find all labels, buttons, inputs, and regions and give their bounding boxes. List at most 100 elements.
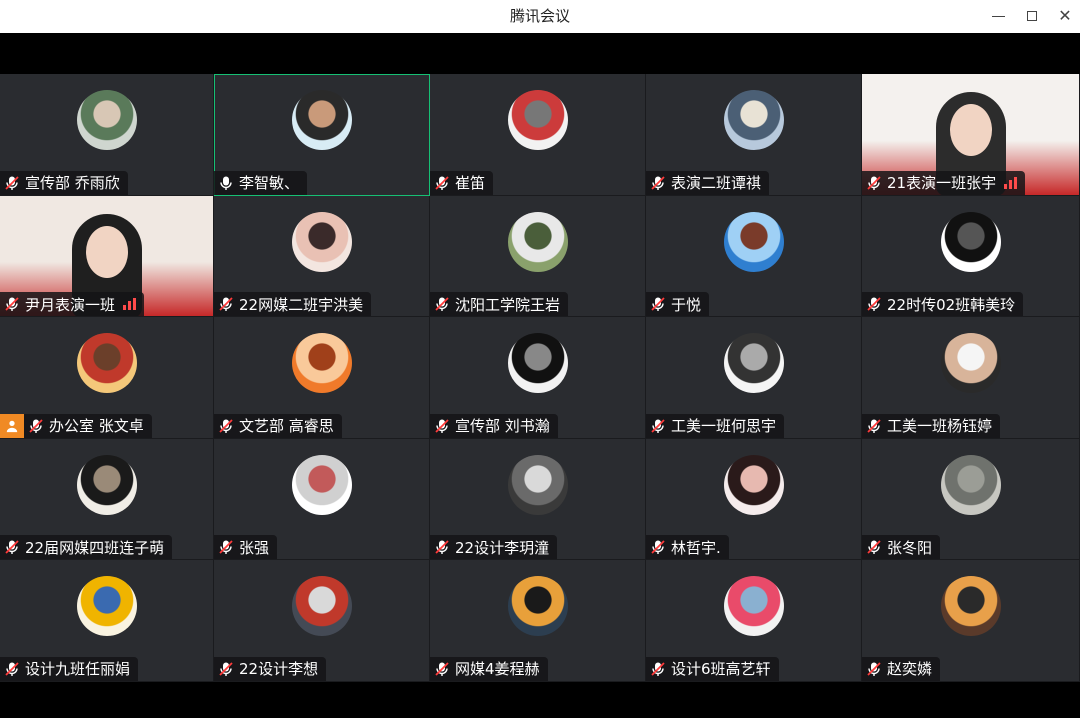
mic-muted-icon [4,175,20,191]
participant-name: 文艺部 高睿思 [239,417,334,436]
participant-tile[interactable]: 赵奕嫾 [862,560,1080,682]
participant-name: 22时传02班韩美玲 [887,295,1016,314]
participant-tile[interactable]: 办公室 张文卓 [0,317,214,439]
participant-name: 沈阳工学院王岩 [455,295,561,314]
window-title: 腾讯会议 [509,7,570,25]
participant-name: 22设计李玥潼 [455,538,550,557]
participant-tile[interactable]: 文艺部 高睿思 [214,317,430,439]
mic-muted-icon [218,539,234,555]
mic-muted-icon [434,175,450,191]
avatar [291,576,352,637]
avatar [940,211,1001,272]
participant-tile[interactable]: 崔笛 [430,74,646,196]
minimize-button[interactable] [985,4,1011,28]
avatar [723,454,784,515]
avatar [76,454,137,515]
participant-name-bar: 网媒4姜程赫 [430,656,548,681]
participant-tile[interactable]: 李智敏、 [214,74,430,196]
participant-name-bar: 办公室 张文卓 [24,413,152,438]
participant-tile[interactable]: 张冬阳 [862,438,1080,561]
participant-tile[interactable]: 于悦 [646,195,862,318]
participant-tile[interactable]: 宣传部 刘书瀚 [430,317,646,439]
participant-name: 尹月表演一班 [25,295,116,314]
mic-muted-icon [4,661,20,677]
participant-name: 宣传部 刘书瀚 [455,417,550,436]
bottom-toolbar-area [0,682,1080,718]
participant-tile[interactable]: 宣传部 乔雨欣 [0,74,214,196]
participant-name-bar: 李智敏、 [214,170,308,195]
maximize-icon [1027,11,1037,21]
participant-tile[interactable]: 张强 [214,438,430,561]
mic-muted-icon [28,418,44,434]
participant-tile[interactable]: 林哲宇. [646,438,862,561]
avatar [723,333,784,394]
participant-tile[interactable]: 22时传02班韩美玲 [862,195,1080,318]
maximize-button[interactable] [1019,4,1045,28]
participant-name: 工美一班何思宇 [671,417,777,436]
participant-tile[interactable]: 21表演一班张宇 [862,74,1080,196]
participant-tile[interactable]: 工美一班何思宇 [646,317,862,439]
avatar [507,211,568,272]
participant-tile[interactable]: 22网媒二班宇洪美 [214,195,430,318]
participant-name-bar: 22网媒二班宇洪美 [214,292,372,317]
participant-name: 22网媒二班宇洪美 [239,295,364,314]
participant-tile[interactable]: 设计九班任丽娟 [0,560,214,682]
video-face [85,225,128,278]
avatar [940,454,1001,515]
participant-grid: 宣传部 乔雨欣 李智敏、 崔笛 表演二班谭祺 21表演一班张宇尹月表演一班 22网媒二班宇… [0,74,1080,682]
participant-name: 宣传部 乔雨欣 [25,174,120,193]
participant-name-bar: 张冬阳 [862,535,941,560]
participant-tile[interactable]: 表演二班谭祺 [646,74,862,196]
avatar [940,333,1001,394]
participant-name: 设计九班任丽娟 [25,660,131,679]
mic-muted-icon [434,539,450,555]
minimize-icon [991,15,1005,17]
avatar [723,211,784,272]
participant-tile[interactable]: 网媒4姜程赫 [430,560,646,682]
participant-tile[interactable]: 22设计李玥潼 [430,438,646,561]
participant-name: 张冬阳 [887,538,933,557]
avatar [76,90,137,150]
mic-muted-icon [4,296,20,312]
avatar [291,454,352,515]
participant-name: 表演二班谭祺 [671,174,762,193]
participant-name-bar: 22时传02班韩美玲 [862,292,1024,317]
host-badge-icon [0,413,24,438]
avatar [291,211,352,272]
mic-muted-icon [866,175,882,191]
participant-name-bar: 崔笛 [430,170,494,195]
mic-muted-icon [866,418,882,434]
mic-muted-icon [434,661,450,677]
participant-name: 办公室 张文卓 [49,417,144,436]
participant-tile[interactable]: 沈阳工学院王岩 [430,195,646,318]
title-bar: 腾讯会议 ✕ [0,0,1080,33]
top-toolbar-area [0,33,1080,74]
participant-name: 崔笛 [455,174,486,193]
mic-muted-icon [650,296,666,312]
participant-name: 设计6班高艺轩 [671,660,771,679]
participant-name: 工美一班杨钰婷 [887,417,993,436]
participant-name-bar: 22设计李想 [214,656,327,681]
participant-name-bar: 表演二班谭祺 [646,170,770,195]
avatar [507,576,568,637]
mic-muted-icon [218,418,234,434]
participant-name: 网媒4姜程赫 [455,660,540,679]
avatar [723,90,784,150]
participant-tile[interactable]: 22设计李想 [214,560,430,682]
avatar [507,90,568,150]
participant-name-bar: 设计6班高艺轩 [646,656,779,681]
participant-name: 张强 [239,538,270,557]
participant-name: 22设计李想 [239,660,319,679]
participant-name-bar: 沈阳工学院王岩 [430,292,569,317]
participant-name-bar: 工美一班杨钰婷 [862,413,1001,438]
participant-name: 李智敏、 [239,174,300,193]
close-button[interactable]: ✕ [1052,4,1078,28]
participant-tile[interactable]: 尹月表演一班 [0,195,214,318]
participant-tile[interactable]: 工美一班杨钰婷 [862,317,1080,439]
participant-tile[interactable]: 22届网媒四班连子萌 [0,438,214,561]
avatar [76,576,137,637]
mic-muted-icon [650,539,666,555]
avatar [507,454,568,515]
participant-tile[interactable]: 设计6班高艺轩 [646,560,862,682]
mic-muted-icon [866,661,882,677]
